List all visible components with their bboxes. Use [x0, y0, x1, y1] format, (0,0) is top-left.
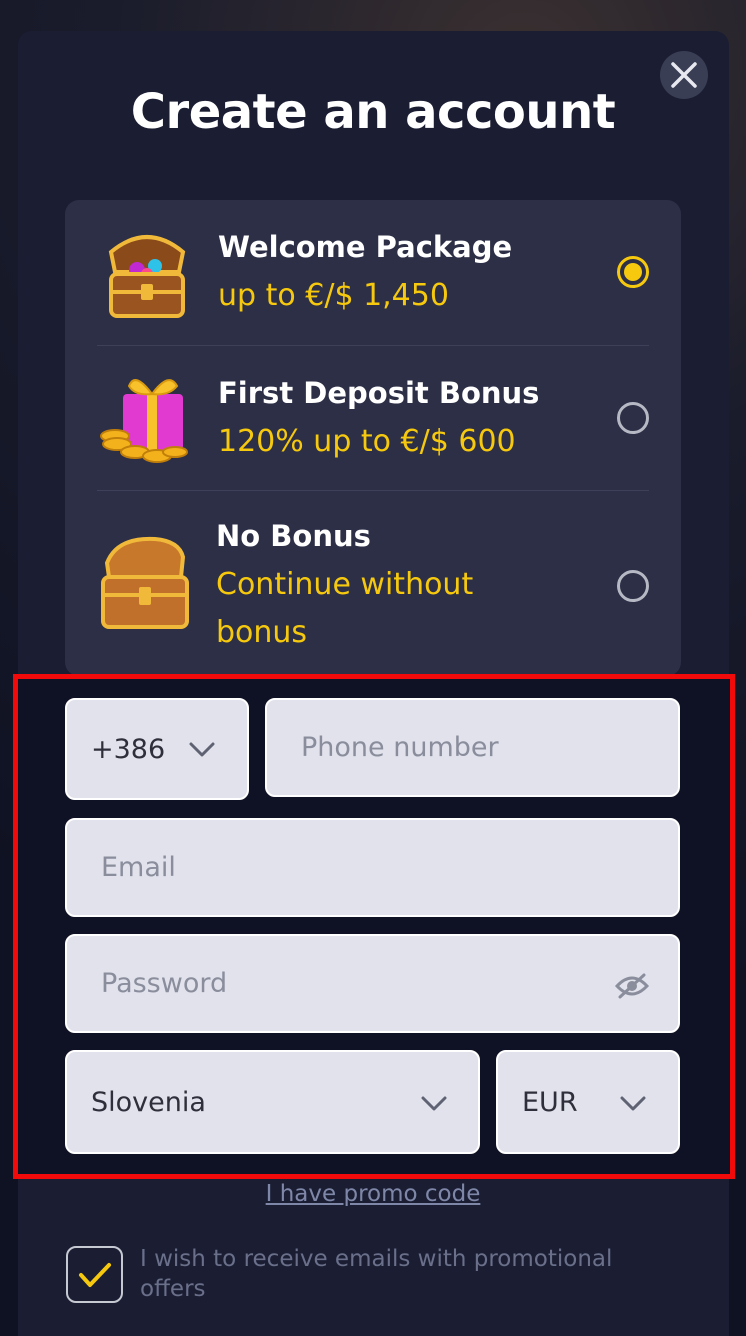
checkmark-icon [78, 1262, 111, 1287]
bonus-name: Welcome Package [218, 230, 513, 264]
country-select[interactable]: Slovenia [65, 1050, 480, 1154]
email-input[interactable]: Email [65, 818, 680, 917]
bonus-radio-selected[interactable] [617, 256, 649, 288]
promo-emails-checkbox[interactable] [66, 1246, 123, 1303]
password-placeholder: Password [101, 968, 228, 999]
chevron-down-icon [620, 1096, 646, 1111]
bonus-option-first-deposit[interactable]: First Deposit Bonus 120% up to €/$ 600 [65, 346, 681, 490]
gift-coins-icon [100, 379, 188, 463]
bonus-radio[interactable] [617, 402, 649, 434]
phone-placeholder: Phone number [301, 732, 499, 763]
chevron-down-icon [189, 742, 215, 757]
bonus-radio[interactable] [617, 570, 649, 602]
chevron-down-icon [421, 1096, 447, 1111]
password-input[interactable]: Password [65, 934, 680, 1033]
country-code-value: +386 [91, 733, 166, 765]
bonus-detail-line2: bonus [216, 615, 308, 650]
currency-value: EUR [522, 1086, 578, 1118]
empty-chest-icon [101, 536, 189, 629]
phone-input[interactable]: Phone number [265, 698, 680, 797]
bonus-option-no-bonus[interactable]: No Bonus Continue without bonus [65, 491, 681, 676]
country-value: Slovenia [91, 1086, 206, 1118]
page-title: Create an account [130, 84, 616, 140]
bonus-name: No Bonus [216, 519, 371, 553]
bonus-option-welcome-package[interactable]: Welcome Package up to €/$ 1,450 [65, 200, 681, 345]
email-placeholder: Email [101, 852, 176, 883]
promo-code-link[interactable]: I have promo code [0, 1181, 746, 1207]
bonus-detail: 120% up to €/$ 600 [218, 424, 516, 459]
eye-off-icon[interactable] [615, 972, 649, 1000]
bonus-detail-line1: Continue without [216, 567, 474, 602]
currency-select[interactable]: EUR [496, 1050, 680, 1154]
promo-emails-label: I wish to receive emails with promotiona… [140, 1246, 613, 1302]
country-code-select[interactable]: +386 [65, 698, 249, 800]
bonus-name: First Deposit Bonus [218, 376, 540, 410]
bonus-options-panel: Welcome Package up to €/$ 1,450 First De… [65, 200, 681, 676]
treasure-chest-gems-icon [108, 235, 186, 318]
bonus-detail: up to €/$ 1,450 [218, 278, 449, 313]
